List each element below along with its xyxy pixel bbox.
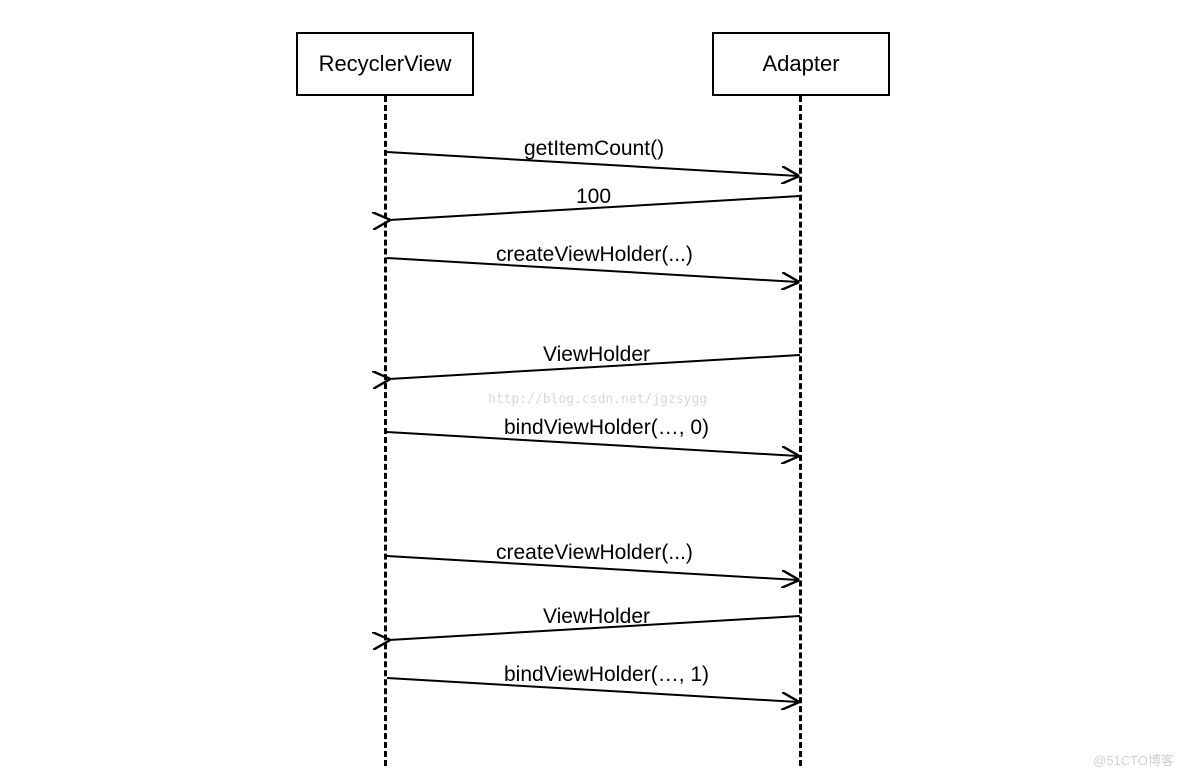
center-watermark: http://blog.csdn.net/jgzsygg	[488, 392, 707, 407]
msg-getitemcount: getItemCount()	[524, 137, 664, 161]
msg-createviewholder-2: createViewHolder(...)	[496, 541, 693, 565]
msg-bindviewholder-1: bindViewHolder(…, 1)	[504, 663, 709, 687]
arrows-layer	[0, 0, 1184, 775]
msg-return-viewholder-2: ViewHolder	[543, 605, 650, 629]
msg-bindviewholder-0: bindViewHolder(…, 0)	[504, 416, 709, 440]
msg-return-count: 100	[576, 185, 611, 209]
msg-createviewholder-1: createViewHolder(...)	[496, 243, 693, 267]
sequence-diagram: RecyclerView Adapter getI	[0, 0, 1184, 775]
footer-watermark: @51CTO博客	[1093, 750, 1174, 769]
msg-return-viewholder-1: ViewHolder	[543, 343, 650, 367]
